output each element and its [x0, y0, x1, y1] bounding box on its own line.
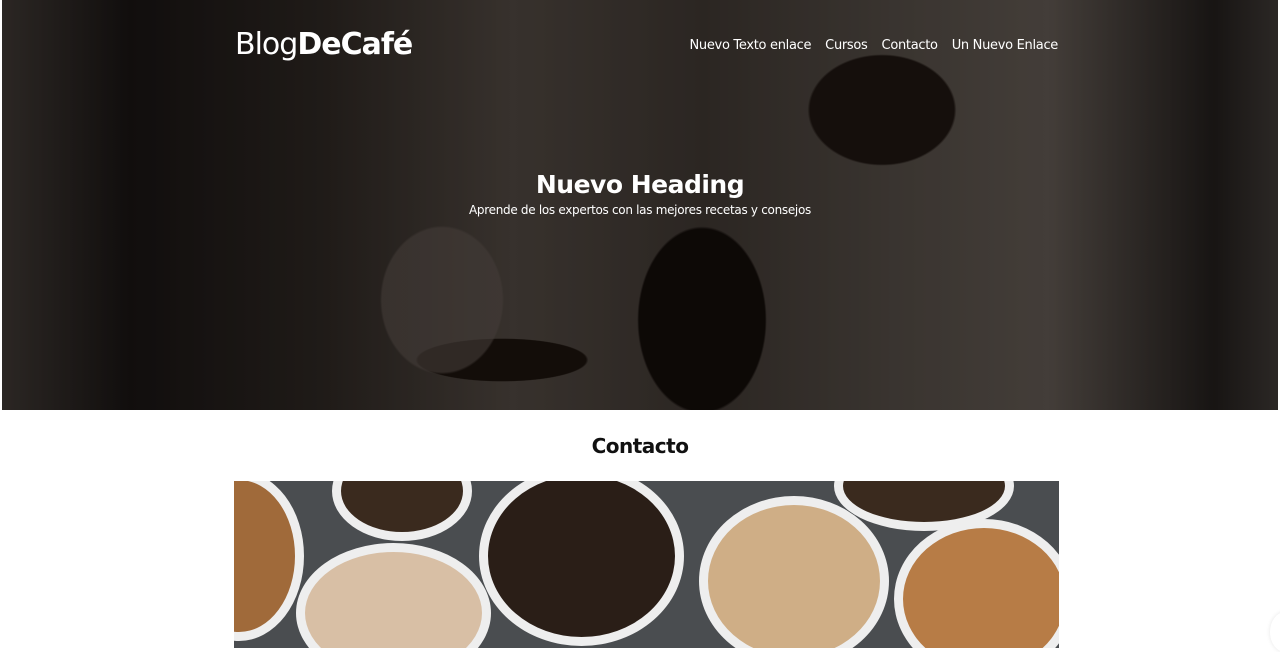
navbar: BlogDeCafé Nuevo Texto enlace Cursos Con… [2, 0, 1278, 92]
hero-heading: Nuevo Heading [535, 170, 745, 199]
nav-link-nuevo-texto[interactable]: Nuevo Texto enlace [689, 38, 811, 53]
nav-link-contacto[interactable]: Contacto [882, 38, 938, 53]
scroll-widget[interactable] [1270, 612, 1280, 652]
nav-link-cursos[interactable]: Cursos [825, 38, 868, 53]
hero-text: Nuevo Heading Aprende de los expertos co… [2, 170, 1278, 217]
coffee-cups-image [234, 481, 1059, 648]
logo-part2: DeCafé [297, 27, 413, 62]
hero-banner: BlogDeCafé Nuevo Texto enlace Cursos Con… [2, 0, 1278, 410]
logo[interactable]: BlogDeCafé [235, 27, 413, 62]
section-title: Contacto [591, 434, 689, 458]
nav-links: Nuevo Texto enlace Cursos Contacto Un Nu… [689, 38, 1058, 53]
hero-subheading: Aprende de los expertos con las mejores … [469, 203, 811, 217]
nav-link-nuevo-enlace[interactable]: Un Nuevo Enlace [952, 38, 1059, 53]
logo-part1: Blog [235, 27, 298, 62]
